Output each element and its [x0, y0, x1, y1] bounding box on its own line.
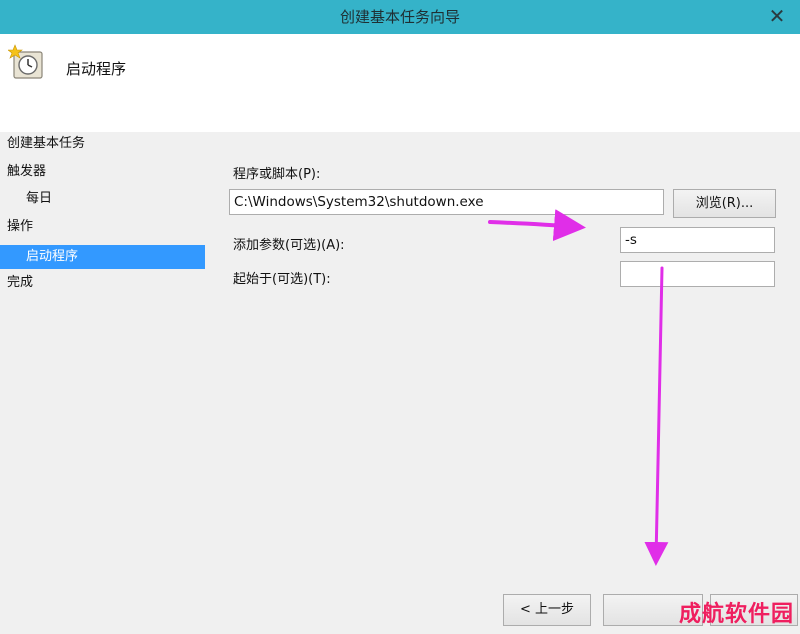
task-wizard-window: 创建基本任务向导 ✕ 启动程序 创建基本任务 触发器 每日 操作 启动程序 完成… [0, 0, 800, 634]
program-label: 程序或脚本(P): [233, 167, 321, 182]
page-title: 启动程序 [66, 60, 127, 78]
step-finish: 完成 [7, 275, 34, 290]
arrow-to-args [488, 209, 586, 242]
task-clock-icon [8, 44, 43, 79]
step-daily: 每日 [26, 191, 53, 206]
arrow-to-next [644, 266, 669, 566]
program-input[interactable]: C:\Windows\System32\shutdown.exe [229, 189, 664, 215]
start-in-input[interactable] [620, 261, 775, 287]
browse-button[interactable]: 浏览(R)... [673, 189, 776, 218]
step-create-basic-task: 创建基本任务 [7, 136, 86, 151]
args-label: 添加参数(可选)(A): [233, 238, 345, 253]
step-action: 操作 [7, 219, 34, 234]
step-start-program: 启动程序 [0, 245, 205, 269]
wizard-header: 启动程序 [0, 34, 800, 132]
args-input[interactable]: -s [620, 227, 775, 253]
window-title: 创建基本任务向导 [339, 8, 460, 26]
back-button[interactable]: < 上一步 [503, 594, 591, 626]
start-in-label: 起始于(可选)(T): [233, 272, 331, 287]
close-button[interactable]: ✕ [760, 5, 794, 29]
wizard-steps-sidebar: 创建基本任务 触发器 每日 操作 启动程序 完成 [0, 132, 205, 634]
step-trigger: 触发器 [7, 164, 47, 179]
watermark: 成航软件园 [678, 602, 794, 627]
